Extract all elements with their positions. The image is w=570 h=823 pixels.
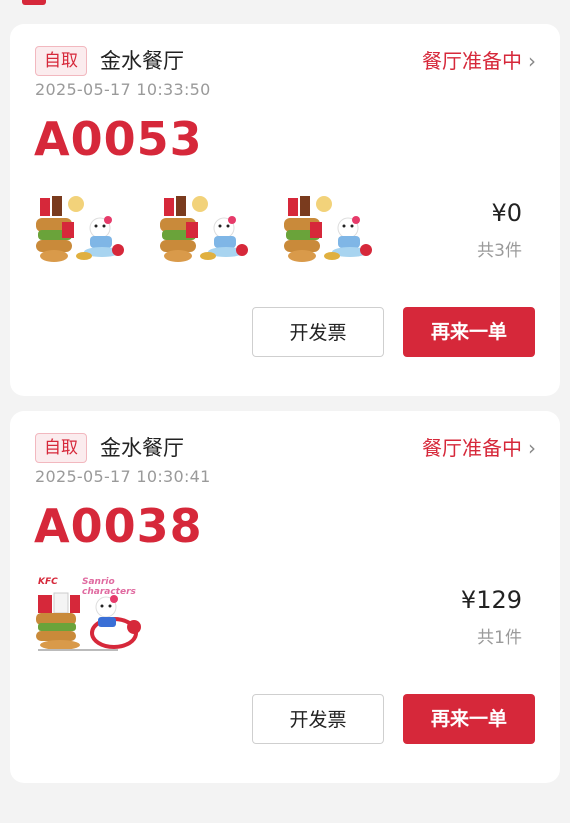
store-name: 金水餐厅	[100, 49, 184, 73]
item-count: 共3件	[477, 241, 522, 261]
invoice-button[interactable]: 开发票	[252, 694, 384, 744]
product-thumbnail[interactable]	[158, 190, 258, 266]
store-name: 金水餐厅	[100, 436, 184, 460]
order-timestamp: 2025-05-17 10:33:50	[35, 80, 211, 99]
item-count: 共1件	[477, 628, 522, 648]
active-tab-indicator	[22, 0, 46, 5]
order-status-link[interactable]: 餐厅准备中 ›	[422, 46, 536, 76]
chevron-right-icon: ›	[528, 49, 536, 73]
order-total: ¥0	[491, 199, 522, 227]
invoice-button[interactable]: 开发票	[252, 307, 384, 357]
order-total: ¥129	[460, 586, 522, 614]
product-thumbnail[interactable]: KFC Sanrio characters	[34, 577, 146, 653]
product-thumbnails[interactable]	[34, 190, 382, 266]
product-thumbnails[interactable]: KFC Sanrio characters	[34, 577, 146, 653]
order-card[interactable]: 自取 金水餐厅 餐厅准备中 › 2025-05-17 10:30:41 A003…	[10, 411, 560, 783]
reorder-button[interactable]: 再来一单	[403, 307, 535, 357]
pickup-badge: 自取	[35, 46, 87, 76]
order-timestamp: 2025-05-17 10:30:41	[35, 467, 211, 486]
pickup-number: A0053	[34, 112, 203, 166]
reorder-button[interactable]: 再来一单	[403, 694, 535, 744]
order-status-text: 餐厅准备中	[422, 49, 522, 73]
order-status-text: 餐厅准备中	[422, 436, 522, 460]
product-thumbnail[interactable]	[34, 190, 134, 266]
product-thumbnail[interactable]	[282, 190, 382, 266]
pickup-badge: 自取	[35, 433, 87, 463]
order-card[interactable]: 自取 金水餐厅 餐厅准备中 › 2025-05-17 10:33:50 A005…	[10, 24, 560, 396]
chevron-right-icon: ›	[528, 436, 536, 460]
order-status-link[interactable]: 餐厅准备中 ›	[422, 433, 536, 463]
pickup-number: A0038	[34, 499, 203, 553]
